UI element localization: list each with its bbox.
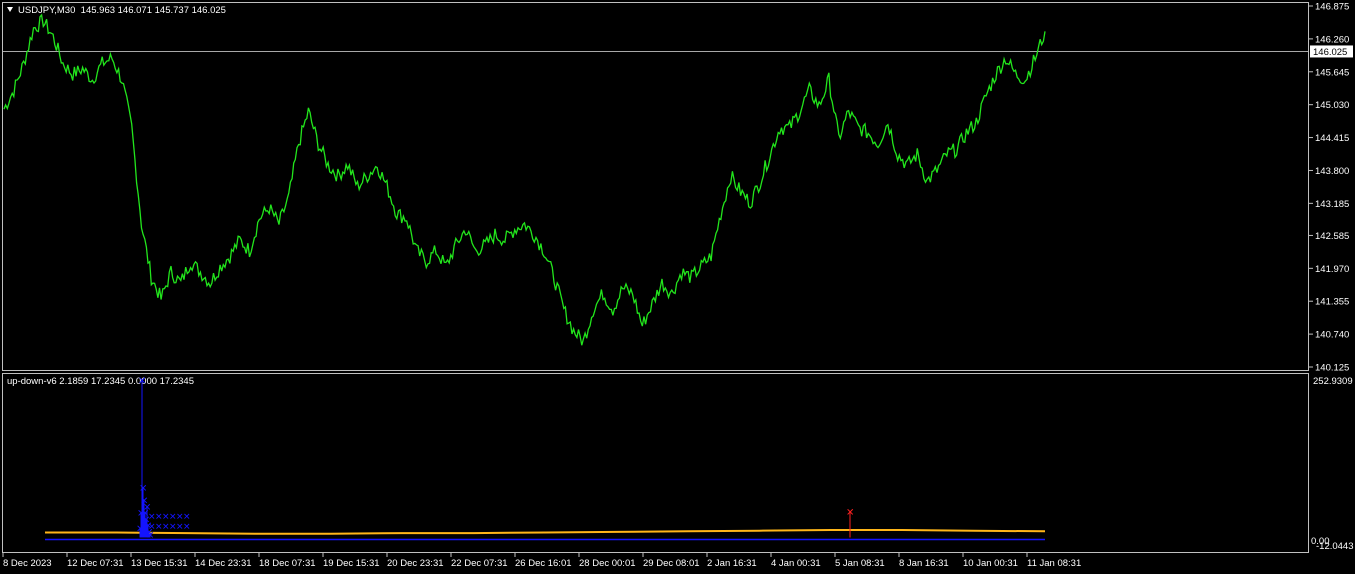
time-axis-label: 11 Jan 08:31 — [1027, 558, 1081, 569]
price-axis-label: 141.970 — [1315, 264, 1349, 275]
indicator-blue-cross: ✕ — [138, 376, 146, 387]
price-axis-label: 140.125 — [1315, 363, 1349, 374]
indicator-orange-line — [45, 529, 1046, 535]
indicator-blue-cross: ✕ — [183, 523, 191, 533]
price-axis-label: 141.355 — [1315, 297, 1349, 308]
price-axis-label: 146.875 — [1315, 2, 1349, 13]
time-axis-label: 12 Dec 07:31 — [67, 558, 124, 569]
time-axis-label: 2 Jan 16:31 — [707, 558, 757, 569]
time-axis-label: 18 Dec 07:31 — [259, 558, 316, 569]
current-price-label: 146.025 — [1313, 47, 1347, 58]
price-axis-label: 146.260 — [1315, 34, 1349, 45]
price-series-line — [3, 13, 1046, 346]
price-axis-label: 142.585 — [1315, 231, 1349, 242]
indicator-red-cross: ✕ — [846, 508, 854, 519]
indicator-max-label: 252.9309 — [1313, 376, 1353, 387]
time-axis-label: 14 Dec 23:31 — [195, 558, 252, 569]
price-axis-label: 145.645 — [1315, 67, 1349, 78]
time-axis-label: 19 Dec 15:31 — [323, 558, 380, 569]
time-axis-label: 8 Jan 16:31 — [899, 558, 949, 569]
indicator-blue-cross: ✕ — [183, 513, 191, 523]
chart-canvas: 146.875 146.260 145.645 145.030 144.415 143.8… — [2, 2, 1354, 569]
price-axis-label: 144.415 — [1315, 133, 1349, 144]
time-axis-label: 22 Dec 07:31 — [451, 558, 508, 569]
time-axis-label: 20 Dec 23:31 — [387, 558, 444, 569]
time-axis-label: 26 Dec 16:01 — [515, 558, 572, 569]
price-axis-label: 145.030 — [1315, 100, 1349, 111]
time-axis-label: 28 Dec 00:01 — [579, 558, 636, 569]
time-axis-label: 5 Jan 08:31 — [835, 558, 885, 569]
time-axis-label: 4 Jan 00:31 — [771, 558, 821, 569]
indicator-min-label: -12.0443 — [1316, 541, 1354, 552]
time-axis-label: 10 Jan 00:31 — [963, 558, 1018, 569]
time-axis-label: 29 Dec 08:01 — [643, 558, 700, 569]
indicator-blue-cross: ✕ — [139, 484, 147, 495]
time-axis-label: 8 Dec 2023 — [3, 558, 52, 569]
time-axis-label: 13 Dec 15:31 — [131, 558, 188, 569]
price-axis-label: 143.185 — [1315, 199, 1349, 210]
price-axis-label: 140.740 — [1315, 330, 1349, 341]
price-axis-label: 143.800 — [1315, 166, 1349, 177]
